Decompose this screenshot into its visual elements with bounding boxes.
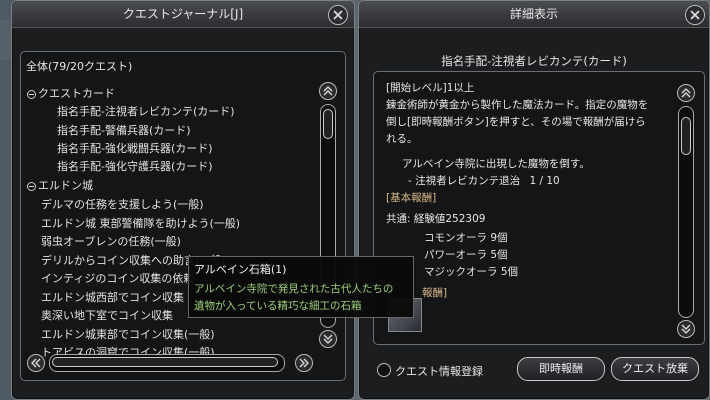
scroll-down-button[interactable] [319, 330, 337, 348]
close-button[interactable] [685, 5, 705, 25]
scroll-down-icon [681, 324, 691, 334]
horizontal-scrollbar[interactable] [49, 354, 285, 372]
group-eldon-castle[interactable]: エルドン城 [27, 177, 93, 193]
scroll-up-icon [681, 88, 691, 98]
list-item[interactable]: エルドン城 東部警備隊を助けよう(一般) [41, 215, 240, 231]
quest-list-panel: 全体(79/20クエスト) クエストカード 指名手配-注視者レビカンテ(カード)… [20, 51, 346, 381]
collapse-icon [27, 89, 36, 99]
scroll-right-icon [299, 358, 309, 368]
common-exp: 共通: 経験値252309 [386, 213, 486, 225]
group-quest-card[interactable]: クエストカード [27, 85, 115, 101]
scroll-up-icon [323, 86, 333, 96]
detail-window: 詳細表示 指名手配-注視者レビカンテ(カード) [開始レベル]1以上 錬金術師が… [358, 0, 710, 400]
quest-journal-title: クエストジャーナル[J] [12, 1, 354, 28]
scroll-right-button[interactable] [295, 354, 313, 372]
list-item[interactable]: インティジのコイン収集の依頼 [41, 270, 194, 286]
quest-register-radio[interactable] [377, 363, 391, 377]
quest-journal-window: クエストジャーナル[J] 全体(79/20クエスト) クエストカード 指名手配-… [11, 0, 355, 400]
quest-title: 指名手配-注視者レビカンテ(カード) [441, 54, 627, 68]
quest-register-label[interactable]: クエスト情報登録 [395, 363, 483, 379]
close-icon [690, 10, 700, 20]
scroll-up-button[interactable] [677, 84, 695, 102]
instant-reward-button[interactable]: 即時報酬 [517, 357, 605, 381]
reward-item: マジックオーラ 5個 [424, 266, 519, 278]
start-level: [開始レベル]1以上 [386, 82, 475, 94]
scroll-up-button[interactable] [319, 82, 337, 100]
close-icon [333, 10, 343, 20]
list-item[interactable]: エルドン城東部でコイン収集(一般) [41, 326, 215, 342]
scroll-thumb[interactable] [681, 117, 691, 155]
objective: アルベイン寺院に出現した魔物を倒す。 [402, 158, 590, 170]
abandon-quest-button[interactable]: クエスト放棄 [611, 357, 699, 381]
reward-item: コモンオーラ 9個 [424, 232, 508, 244]
list-item[interactable]: 指名手配-注視者レビカンテ(カード) [57, 103, 235, 119]
scroll-down-icon [323, 334, 333, 344]
list-item[interactable]: 指名手配-警備兵器(カード) [57, 122, 191, 138]
detail-panel: [開始レベル]1以上 錬金術師が黄金から製作した魔法カード。指定の魔物を 倒し[… [373, 71, 705, 345]
description-line: れる。 [386, 133, 418, 145]
scroll-thumb[interactable] [323, 109, 333, 139]
vertical-scrollbar[interactable] [678, 106, 694, 318]
list-item[interactable]: 奥深い地下室でコイン収集 [41, 307, 173, 323]
collapse-icon [27, 181, 36, 191]
list-item[interactable]: エルドン城西部でコイン収集 [41, 289, 184, 305]
tooltip-line: 遺物が入っている精巧な細工の石箱 [194, 300, 362, 312]
detail-window-title: 詳細表示 [359, 1, 709, 28]
quest-summary: 全体(79/20クエスト) [26, 60, 133, 73]
list-item[interactable]: 指名手配-強化戦闘兵器(カード) [57, 140, 213, 156]
quest-tree: クエストカード 指名手配-注視者レビカンテ(カード) 指名手配-警備兵器(カード… [27, 85, 317, 380]
close-button[interactable] [328, 5, 348, 25]
objective-progress: - 注視者レビカンテ退治 1 / 10 [408, 175, 560, 187]
description-line: 錬金術師が黄金から製作した魔法カード。指定の魔物を [386, 99, 649, 111]
reward-item: パワーオーラ 5個 [424, 249, 508, 261]
basic-reward-header: [基本報酬] [386, 192, 437, 204]
tooltip-title: アルベイン石箱(1) [194, 263, 287, 276]
tooltip-line: アルベイン寺院で発見された古代人たちの [194, 283, 394, 295]
list-item[interactable]: 弱虫オーブレンの任務(一般) [41, 233, 181, 249]
list-item[interactable]: 指名手配-強化守護兵器(カード) [57, 158, 213, 174]
reward-header-partial: 報酬] [422, 287, 448, 299]
list-item[interactable]: デルマの任務を支援しよう(一般) [41, 196, 204, 212]
h-scroll-thumb[interactable] [52, 357, 278, 367]
item-tooltip: アルベイン石箱(1) アルベイン寺院で発見された古代人たちの 遺物が入っている精… [188, 256, 414, 318]
description-line: 倒し[即時報酬ボタン]を押すと、その場で報酬が届けら [386, 116, 646, 128]
scroll-left-icon [31, 358, 41, 368]
scroll-down-button[interactable] [677, 320, 695, 338]
scroll-left-button[interactable] [27, 354, 45, 372]
